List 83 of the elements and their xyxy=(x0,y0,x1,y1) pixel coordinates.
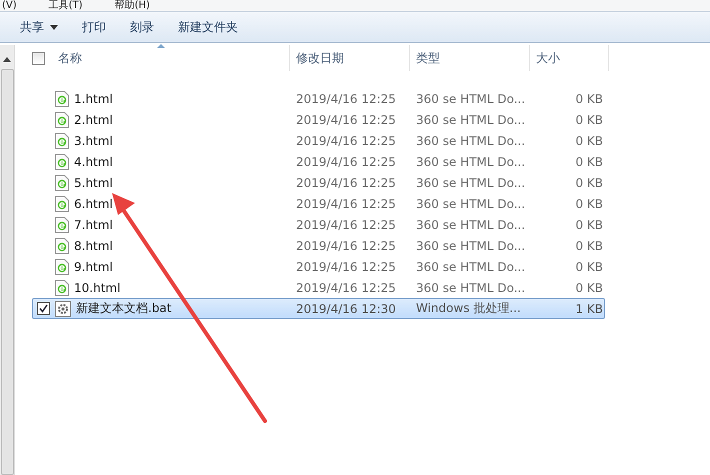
date-cell-text: 2019/4/16 12:25 xyxy=(295,196,397,210)
scrollbar-thumb[interactable] xyxy=(1,69,14,475)
html-file-icon xyxy=(55,216,69,232)
file-name: 4.html xyxy=(74,154,113,168)
menu-item[interactable]: 工具(T) xyxy=(48,0,83,11)
type-cell-text: 360 se HTML Do... xyxy=(415,134,526,148)
scroll-up-icon[interactable] xyxy=(3,57,11,62)
size-cell-text: 0 KB xyxy=(574,112,603,126)
html-file-icon xyxy=(55,154,69,170)
date-cell-text: 2019/4/16 12:25 xyxy=(295,134,397,148)
type-cell-text: 360 se HTML Do... xyxy=(415,176,526,190)
dropdown-caret-icon xyxy=(50,24,58,30)
size-cell-text: 0 KB xyxy=(574,260,603,274)
toolbar-button[interactable]: 新建文件夹 xyxy=(168,14,248,40)
size-cell-text: 1 KB xyxy=(574,302,603,316)
size-cell-text: 0 KB xyxy=(574,154,603,168)
column-header[interactable]: 修改日期 xyxy=(296,50,344,66)
size-cell-text: 0 KB xyxy=(574,196,603,210)
type-cell-text: 360 se HTML Do... xyxy=(415,154,526,168)
column-header[interactable]: 类型 xyxy=(416,50,440,66)
file-row[interactable]: 10.html 2019/4/16 12:25 360 se HTML Do... 0 KB xyxy=(32,277,605,298)
row-checkbox[interactable] xyxy=(37,302,50,315)
size-cell-text: 0 KB xyxy=(574,92,603,106)
gear-file-icon xyxy=(55,300,71,316)
html-file-icon xyxy=(55,238,69,254)
html-file-icon xyxy=(55,174,69,190)
toolbar-button[interactable]: 刻录 xyxy=(120,14,164,40)
date-cell-text: 2019/4/16 12:25 xyxy=(295,238,397,252)
toolbar-button[interactable]: 共享 xyxy=(10,14,68,40)
type-cell-text: 360 se HTML Do... xyxy=(415,112,526,126)
file-row[interactable]: 8.html 2019/4/16 12:25 360 se HTML Do... 0 KB xyxy=(32,235,605,256)
column-header[interactable]: 大小 xyxy=(536,50,560,66)
file-name: 6.html xyxy=(74,196,113,210)
file-name: 新建文本文档.bat xyxy=(76,300,172,317)
size-cell-text: 0 KB xyxy=(574,134,603,148)
size-cell-text: 0 KB xyxy=(574,280,603,294)
date-cell-text: 2019/4/16 12:25 xyxy=(295,112,397,126)
file-row[interactable]: 2.html 2019/4/16 12:25 360 se HTML Do... 0 KB xyxy=(32,109,605,130)
html-file-icon xyxy=(55,112,69,128)
size-cell-text: 0 KB xyxy=(574,176,603,190)
type-cell-text: 360 se HTML Do... xyxy=(415,196,526,210)
file-row[interactable]: 9.html 2019/4/16 12:25 360 se HTML Do... 0 KB xyxy=(32,256,605,277)
date-cell-text: 2019/4/16 12:25 xyxy=(295,218,397,232)
html-file-icon xyxy=(55,90,69,106)
date-cell-text: 2019/4/16 12:25 xyxy=(295,176,397,190)
size-cell-text: 0 KB xyxy=(574,238,603,252)
type-cell-text: 360 se HTML Do... xyxy=(415,260,526,274)
select-all-checkbox[interactable] xyxy=(32,52,45,64)
column-header[interactable]: 名称 xyxy=(58,50,82,66)
type-cell-text: 360 se HTML Do... xyxy=(415,238,526,252)
menu-item[interactable]: (V) xyxy=(2,0,17,11)
type-cell-text: 360 se HTML Do... xyxy=(415,218,526,232)
html-file-icon xyxy=(55,132,69,148)
file-row[interactable]: 1.html 2019/4/16 12:25 360 se HTML Do... 0 KB xyxy=(32,88,605,109)
file-name: 1.html xyxy=(74,92,113,106)
menu-item[interactable]: 帮助(H) xyxy=(114,0,150,11)
file-name: 2.html xyxy=(74,112,113,126)
size-cell-text: 0 KB xyxy=(574,218,603,232)
html-file-icon xyxy=(55,280,69,296)
html-file-icon xyxy=(55,258,69,274)
file-name: 7.html xyxy=(74,218,113,232)
file-row[interactable]: 3.html 2019/4/16 12:25 360 se HTML Do... 0 KB xyxy=(32,130,605,151)
type-cell-text: 360 se HTML Do... xyxy=(415,280,526,294)
date-cell-text: 2019/4/16 12:25 xyxy=(295,154,397,168)
scrollbar[interactable] xyxy=(0,45,15,475)
file-name: 5.html xyxy=(74,176,113,190)
date-cell-text: 2019/4/16 12:30 xyxy=(295,302,397,316)
file-row[interactable]: 7.html 2019/4/16 12:25 360 se HTML Do... 0 KB xyxy=(32,214,605,235)
html-file-icon xyxy=(55,196,69,212)
type-cell-text: Windows 批处理... xyxy=(415,300,522,317)
file-name: 3.html xyxy=(74,134,113,148)
file-row[interactable]: 4.html 2019/4/16 12:25 360 se HTML Do... 0 KB xyxy=(32,151,605,172)
file-row[interactable]: 新建文本文档.bat 2019/4/16 12:30 Windows 批处理... 1 KB xyxy=(32,298,605,319)
date-cell-text: 2019/4/16 12:25 xyxy=(295,260,397,274)
file-name: 9.html xyxy=(74,260,113,274)
date-cell-text: 2019/4/16 12:25 xyxy=(295,280,397,294)
toolbar-button[interactable]: 打印 xyxy=(72,14,116,40)
file-row[interactable]: 5.html 2019/4/16 12:25 360 se HTML Do... 0 KB xyxy=(32,172,605,193)
file-name: 8.html xyxy=(74,238,113,252)
file-name: 10.html xyxy=(74,280,120,294)
date-cell-text: 2019/4/16 12:25 xyxy=(295,92,397,106)
file-row[interactable]: 6.html 2019/4/16 12:25 360 se HTML Do... 0 KB xyxy=(32,193,605,214)
type-cell-text: 360 se HTML Do... xyxy=(415,92,526,106)
